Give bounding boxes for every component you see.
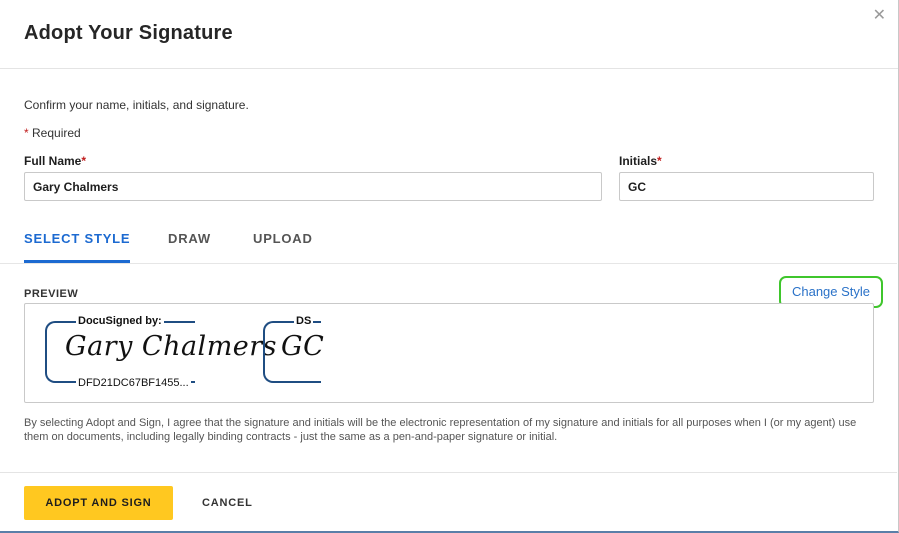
signature-script: Gary Chalmers xyxy=(65,331,278,362)
dialog-header: Adopt Your Signature xyxy=(0,0,898,69)
initials-ds-label: DS xyxy=(294,315,314,327)
signature-id: DFD21DC67BF1455... xyxy=(76,377,191,389)
full-name-label-text: Full Name xyxy=(24,154,82,168)
close-icon[interactable]: ✕ xyxy=(873,6,886,26)
initials-label: Initials* xyxy=(619,154,662,168)
docusigned-by-label: DocuSigned by: xyxy=(76,315,164,327)
legal-disclaimer: By selecting Adopt and Sign, I agree tha… xyxy=(24,417,857,443)
full-name-input[interactable] xyxy=(24,172,602,201)
required-star: * xyxy=(657,154,662,168)
full-name-label: Full Name* xyxy=(24,154,86,168)
required-note: * Required xyxy=(24,126,874,140)
tab-draw[interactable]: DRAW xyxy=(168,231,211,246)
initials-label-text: Initials xyxy=(619,154,658,168)
signature-tabs: SELECT STYLE DRAW UPLOAD xyxy=(0,218,897,264)
initials-input[interactable] xyxy=(619,172,874,201)
dialog-footer: ADOPT AND SIGN CANCEL xyxy=(0,472,897,531)
adopt-and-sign-button[interactable]: ADOPT AND SIGN xyxy=(24,486,173,520)
name-fields: Full Name* Initials* xyxy=(24,154,874,214)
required-text: Required xyxy=(28,126,81,140)
dialog-body: Confirm your name, initials, and signatu… xyxy=(0,98,898,214)
signature-preview: DocuSigned by: Gary Chalmers DFD21DC67BF… xyxy=(24,303,874,403)
cancel-button[interactable]: CANCEL xyxy=(190,486,265,520)
tab-upload[interactable]: UPLOAD xyxy=(253,231,313,246)
intro-text: Confirm your name, initials, and signatu… xyxy=(24,98,249,112)
initials-script: GC xyxy=(281,331,325,362)
required-star: * xyxy=(81,154,87,168)
adopt-signature-dialog: ✕ Adopt Your Signature Confirm your name… xyxy=(0,0,899,533)
preview-label: PREVIEW xyxy=(24,288,79,300)
tab-select-style[interactable]: SELECT STYLE xyxy=(24,231,131,263)
dialog-title: Adopt Your Signature xyxy=(24,22,233,44)
